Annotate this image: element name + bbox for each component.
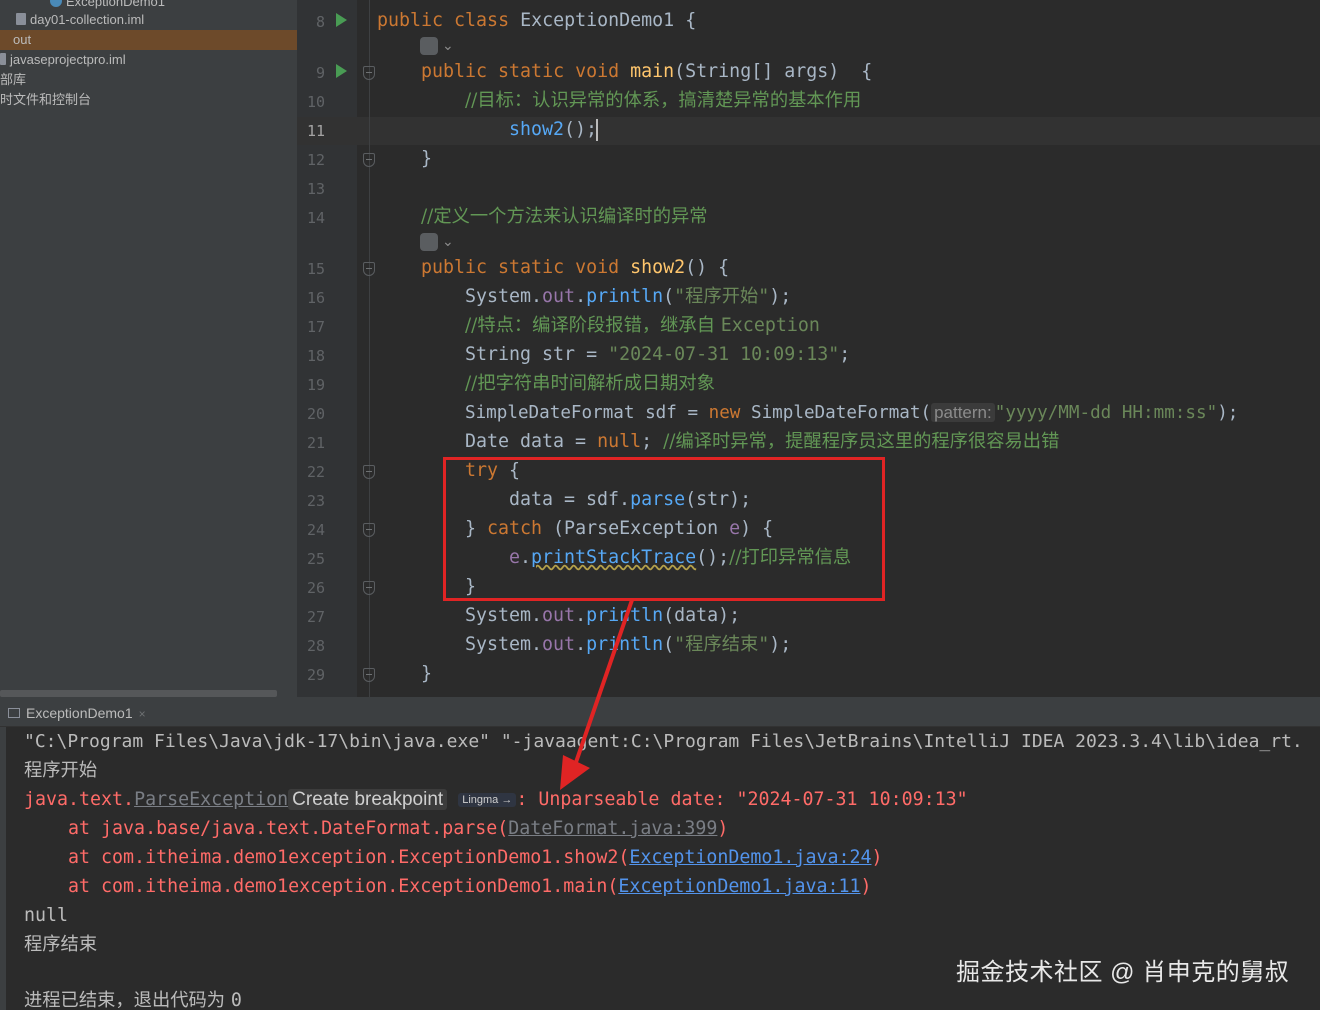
- annotation-arrow: [560, 599, 634, 790]
